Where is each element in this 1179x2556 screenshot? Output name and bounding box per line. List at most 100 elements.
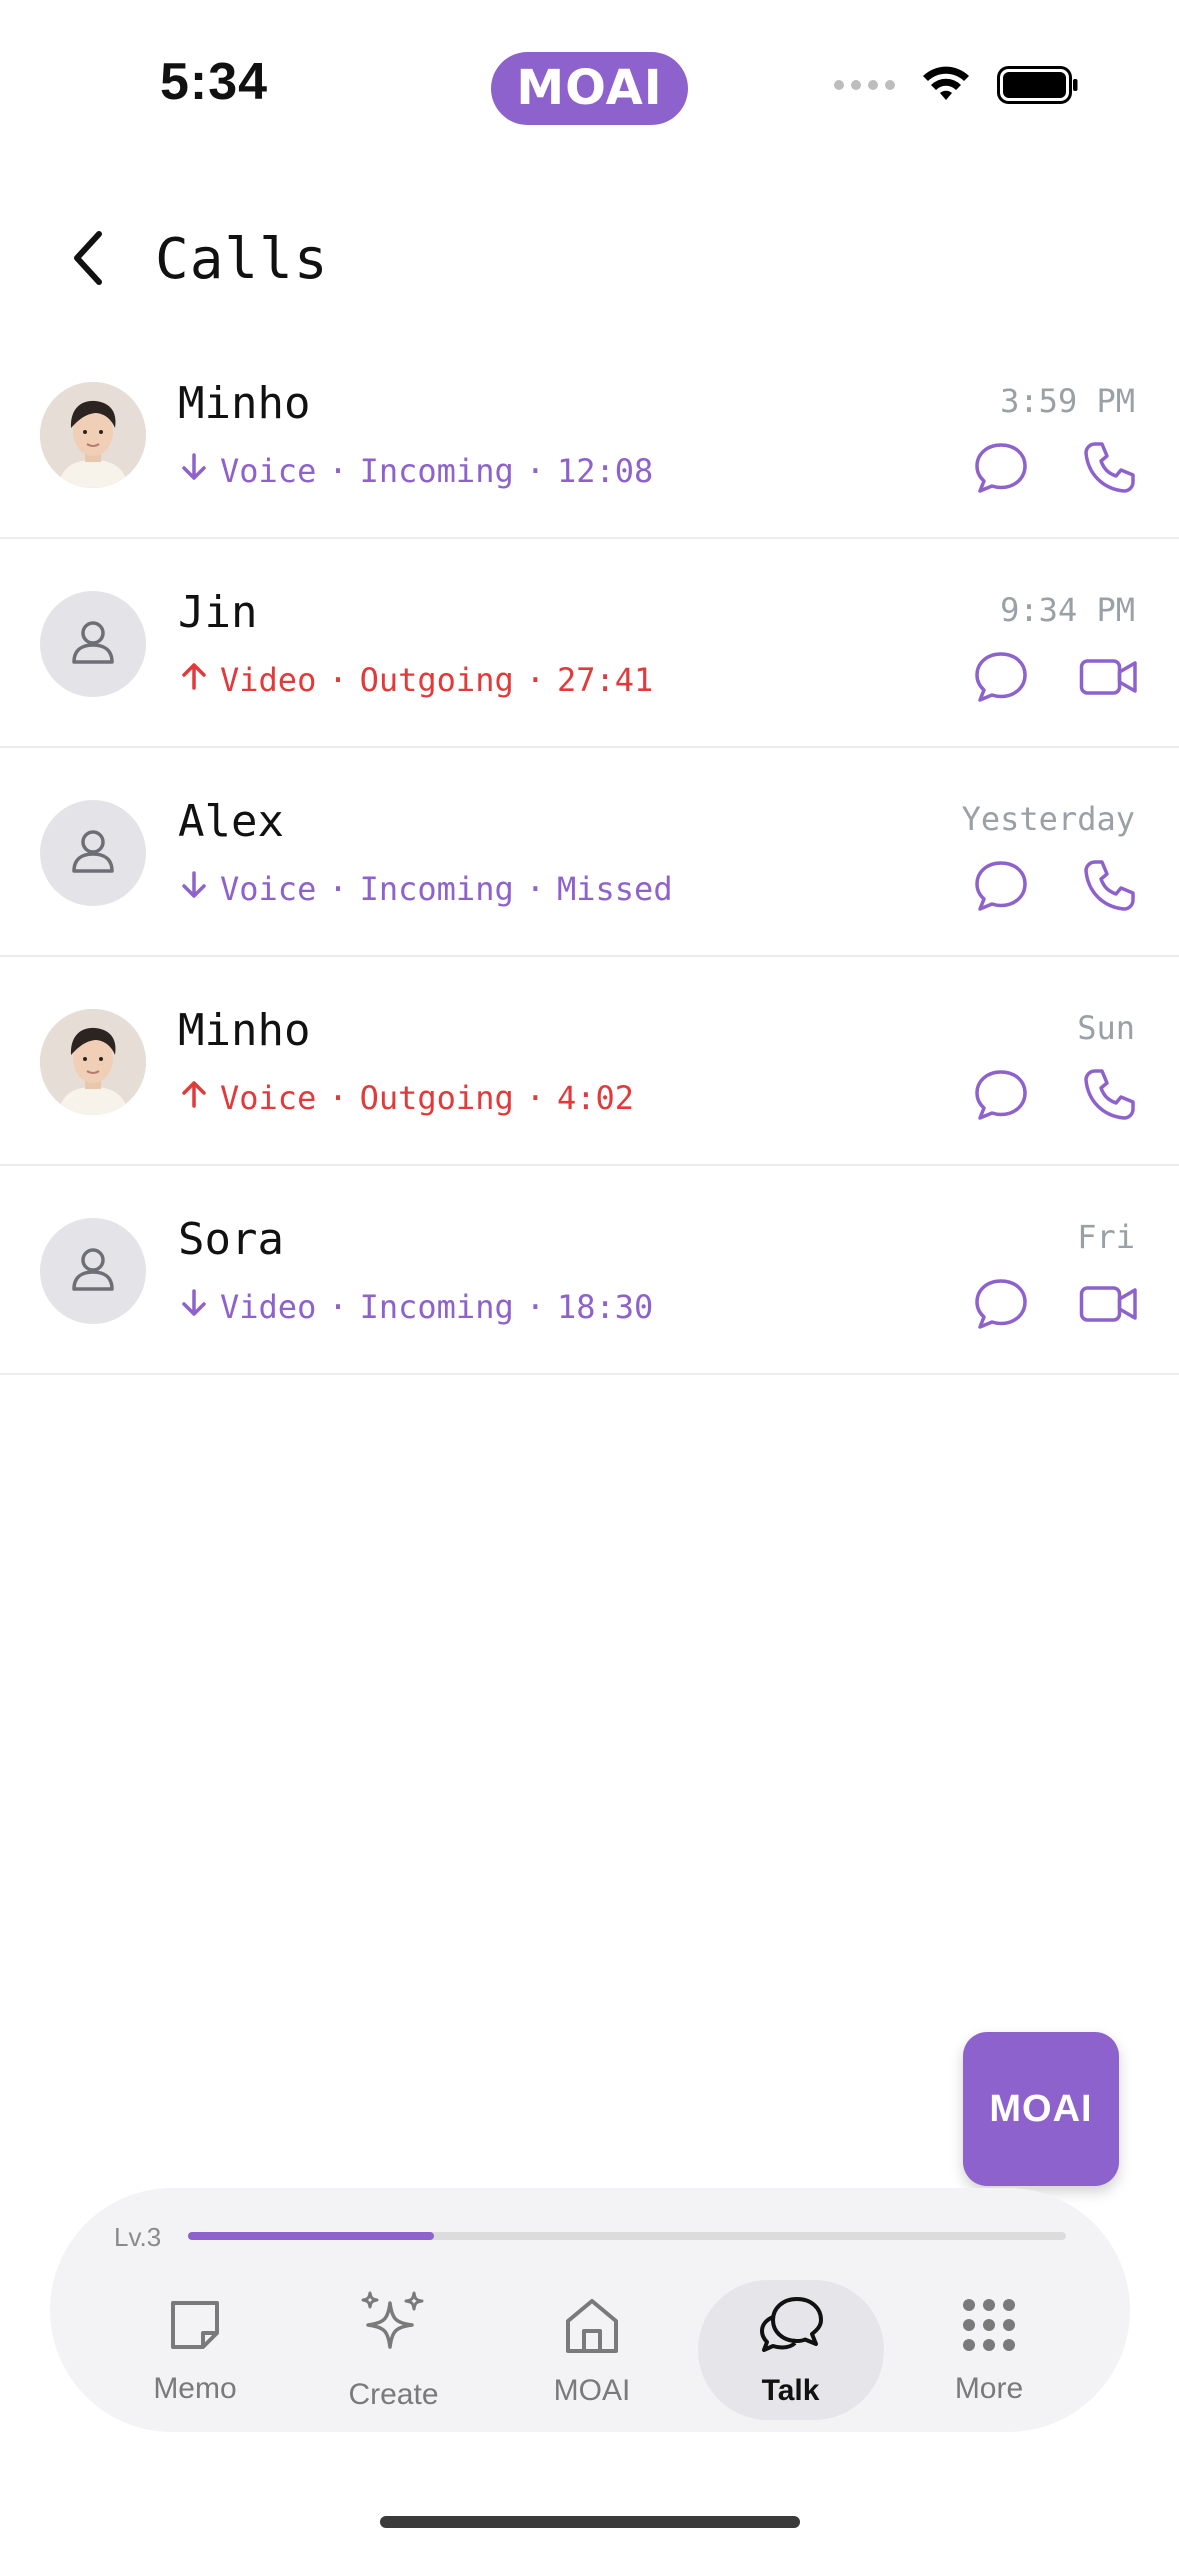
arrow-up-icon (180, 661, 208, 699)
arrow-up-icon (180, 1079, 208, 1117)
call-type: Voice (220, 452, 317, 490)
back-button[interactable] (52, 223, 122, 293)
video-call-button[interactable] (1079, 1276, 1139, 1336)
level-progress-fill (188, 2232, 434, 2240)
call-row[interactable]: Minho Voice · Incoming · 12:08 3:59 PM (0, 330, 1179, 539)
separator: · (328, 1079, 348, 1117)
row-actions (971, 440, 1139, 500)
call-type: Voice (220, 870, 317, 908)
voice-call-button[interactable] (1079, 858, 1139, 918)
nav-item-talk[interactable]: Talk (697, 2280, 884, 2420)
battery-icon (997, 66, 1078, 104)
status-bar: 5:34 MOAI (0, 0, 1179, 150)
nav-label: More (954, 2371, 1024, 2405)
status-icons (834, 60, 1079, 110)
message-button[interactable] (971, 858, 1031, 918)
call-direction: Outgoing (359, 1079, 514, 1117)
moai-fab-button[interactable]: MOAI (963, 2032, 1119, 2186)
avatar[interactable] (40, 1218, 146, 1324)
person-placeholder-icon (63, 821, 123, 886)
avatar[interactable] (40, 800, 146, 906)
nav-item-more[interactable]: More (896, 2280, 1082, 2420)
nav-item-memo[interactable]: Memo (102, 2280, 288, 2420)
chat-bubble-icon (973, 858, 1029, 919)
bottom-nav: Lv.3 Memo Create MOAI Talk More (50, 2188, 1130, 2432)
call-detail: 27:41 (556, 661, 654, 699)
call-meta: Video · Outgoing · 27:41 (180, 661, 653, 699)
call-time: Sun (1077, 1009, 1135, 1047)
call-detail: 4:02 (556, 1079, 635, 1117)
call-meta: Voice · Outgoing · 4:02 (180, 1079, 634, 1117)
separator: · (328, 1288, 348, 1326)
home-icon (560, 2293, 624, 2362)
nav-items: Memo Create MOAI Talk More (102, 2280, 1082, 2420)
nav-label: Memo (153, 2371, 237, 2405)
row-actions (971, 1276, 1139, 1336)
separator: · (328, 452, 348, 490)
video-icon (1079, 1284, 1139, 1329)
level-label: Lv.3 (114, 2222, 162, 2252)
contact-name: Minho (178, 1005, 311, 1056)
nav-item-create[interactable]: Create (301, 2280, 487, 2420)
call-meta: Video · Incoming · 18:30 (180, 1288, 653, 1326)
contact-name: Minho (178, 378, 311, 429)
separator: · (328, 870, 348, 908)
chat-bubble-icon (973, 1067, 1029, 1128)
moai-pill[interactable]: MOAI (491, 52, 688, 125)
call-meta: Voice · Incoming · 12:08 (180, 452, 653, 490)
message-button[interactable] (971, 649, 1031, 709)
avatar[interactable] (40, 1009, 146, 1115)
page-title: Calls (155, 227, 329, 292)
phone-icon (1080, 857, 1138, 920)
arrow-down-icon (180, 870, 208, 908)
call-type: Voice (220, 1079, 317, 1117)
phone-icon (1080, 1066, 1138, 1129)
separator: · (525, 1288, 545, 1326)
call-detail: 12:08 (556, 452, 654, 490)
call-direction: Outgoing (359, 661, 514, 699)
chat-bubble-icon (973, 440, 1029, 501)
separator: · (328, 661, 348, 699)
voice-call-button[interactable] (1079, 440, 1139, 500)
voice-call-button[interactable] (1079, 1067, 1139, 1127)
message-button[interactable] (971, 1067, 1031, 1127)
level-progress-bar (188, 2232, 1066, 2240)
video-call-button[interactable] (1079, 649, 1139, 709)
call-list: Minho Voice · Incoming · 12:08 3:59 PM J… (0, 330, 1179, 1375)
memo-icon (165, 2295, 225, 2360)
call-row[interactable]: Jin Video · Outgoing · 27:41 9:34 PM (0, 539, 1179, 748)
person-placeholder-icon (63, 1239, 123, 1304)
chat-bubble-icon (973, 649, 1029, 710)
separator: · (525, 870, 545, 908)
call-time: 3:59 PM (1000, 382, 1135, 420)
separator: · (525, 452, 545, 490)
row-actions (971, 649, 1139, 709)
nav-label: Talk (761, 2373, 820, 2407)
message-button[interactable] (971, 1276, 1031, 1336)
sparkle-icon (358, 2289, 430, 2366)
avatar[interactable] (40, 591, 146, 697)
chevron-left-icon (74, 231, 102, 285)
contact-name: Sora (178, 1214, 284, 1265)
call-row[interactable]: Alex Voice · Incoming · Missed Yesterday (0, 748, 1179, 957)
row-actions (971, 1067, 1139, 1127)
message-button[interactable] (971, 440, 1031, 500)
call-row[interactable]: Sora Video · Incoming · 18:30 Fri (0, 1166, 1179, 1375)
row-actions (971, 858, 1139, 918)
call-detail: 18:30 (556, 1288, 654, 1326)
call-direction: Incoming (359, 1288, 514, 1326)
arrow-down-icon (180, 452, 208, 490)
call-time: 9:34 PM (1000, 591, 1135, 629)
person-placeholder-icon (63, 612, 123, 677)
call-row[interactable]: Minho Voice · Outgoing · 4:02 Sun (0, 957, 1179, 1166)
chat-icon (757, 2293, 825, 2362)
wifi-icon (923, 66, 969, 100)
call-direction: Incoming (359, 452, 514, 490)
home-indicator (380, 2516, 800, 2528)
avatar[interactable] (40, 382, 146, 488)
call-detail: Missed (556, 870, 673, 908)
call-direction: Incoming (359, 870, 514, 908)
cellular-signal-icon (834, 80, 895, 90)
nav-item-moai[interactable]: MOAI (499, 2280, 685, 2420)
contact-name: Jin (178, 587, 258, 638)
